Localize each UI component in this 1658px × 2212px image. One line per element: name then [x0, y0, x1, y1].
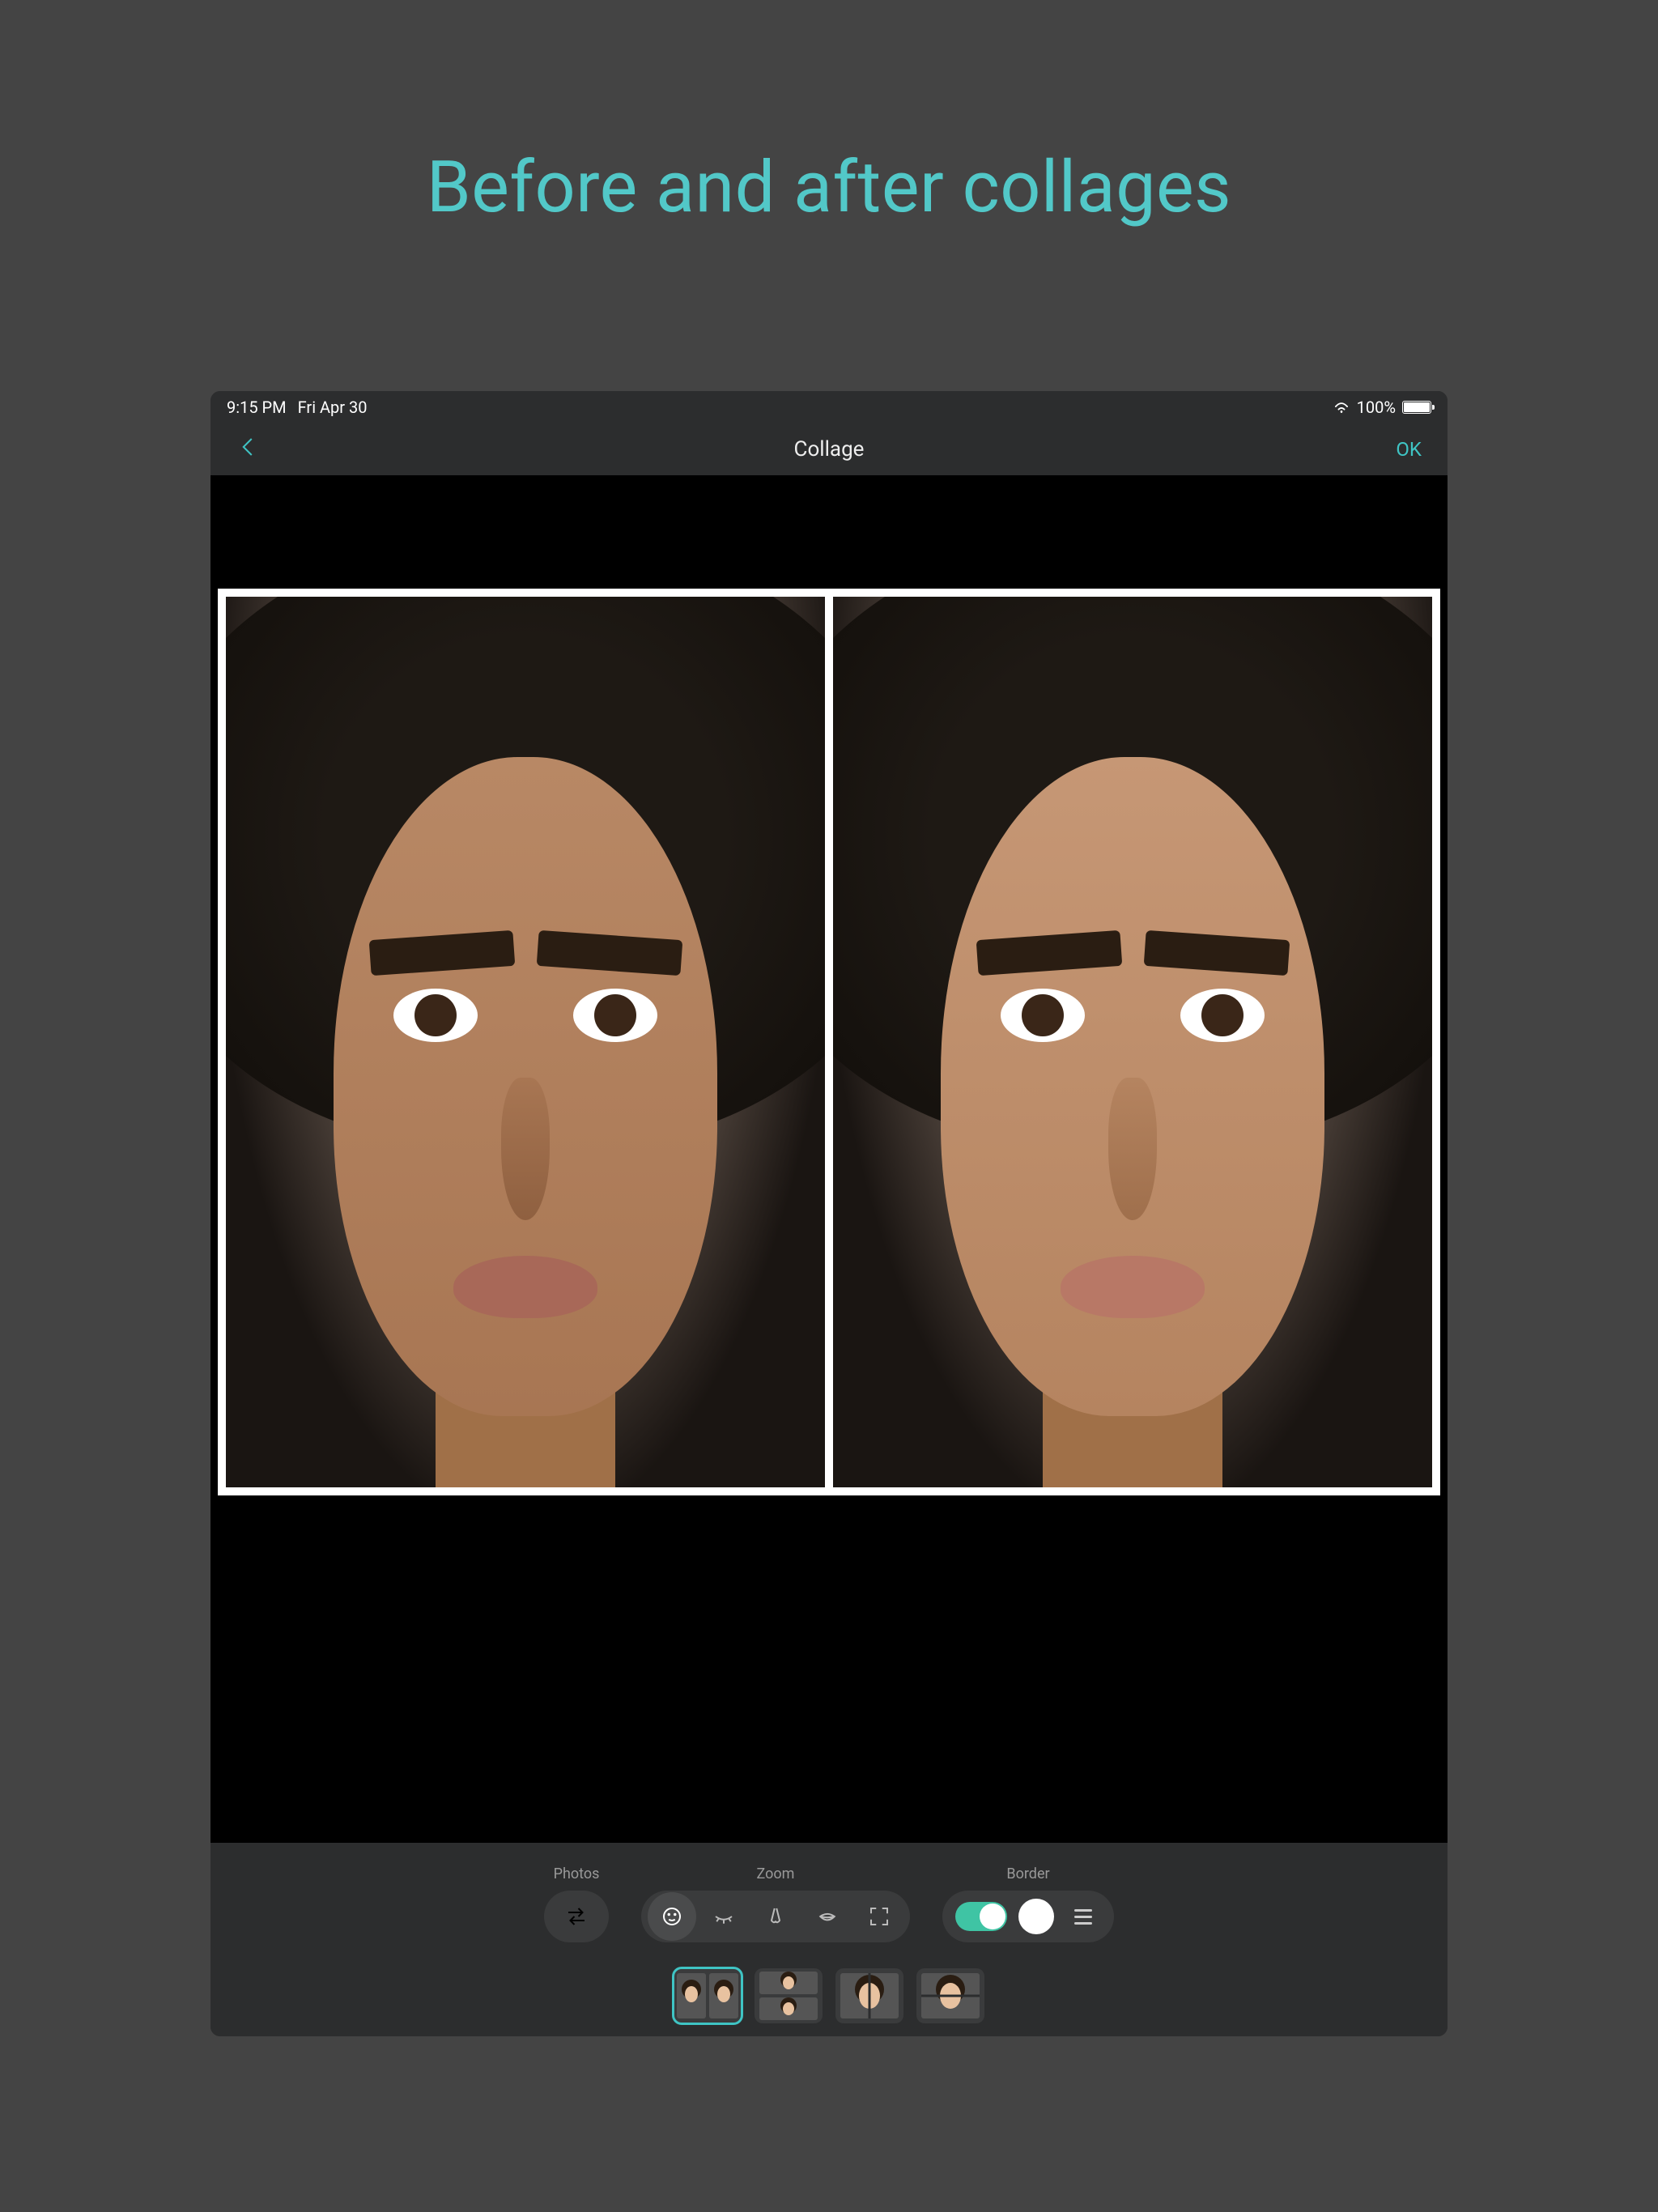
status-date: Fri Apr 30 — [298, 398, 368, 417]
status-battery-text: 100% — [1357, 398, 1396, 417]
chevron-left-icon — [236, 435, 261, 459]
mouth-icon — [815, 1904, 840, 1929]
collage-canvas[interactable] — [210, 475, 1448, 1843]
layout-top-bottom[interactable] — [755, 1968, 823, 2023]
ok-button[interactable]: OK — [1389, 432, 1428, 467]
battery-icon — [1402, 401, 1431, 414]
swap-photos-button[interactable] — [544, 1891, 609, 1942]
border-controls — [942, 1891, 1114, 1942]
nose-icon — [763, 1904, 788, 1929]
eyesclosed-icon — [712, 1904, 736, 1929]
face-icon — [660, 1904, 684, 1929]
device-frame: 9:15 PM Fri Apr 30 100% Collage OK — [210, 391, 1448, 2036]
nav-bar: Collage OK — [210, 423, 1448, 475]
wifi-icon — [1333, 401, 1350, 414]
controls-area: Photos Zoom — [210, 1843, 1448, 2036]
border-menu-button[interactable] — [1065, 1899, 1101, 1934]
swap-icon — [564, 1904, 589, 1929]
layout-split-horizontal[interactable] — [916, 1968, 984, 2023]
status-bar: 9:15 PM Fri Apr 30 100% — [210, 391, 1448, 423]
border-toggle[interactable] — [955, 1902, 1007, 1931]
collage-after-image[interactable] — [833, 597, 1432, 1487]
status-time: 9:15 PM — [227, 398, 287, 417]
layout-selector — [674, 1968, 984, 2023]
border-color-swatch[interactable] — [1018, 1899, 1054, 1934]
fullscreen-icon — [867, 1904, 891, 1929]
border-label: Border — [1006, 1865, 1049, 1882]
page-title: Before and after collages — [427, 146, 1231, 229]
photos-label: Photos — [554, 1865, 600, 1882]
zoom-eyes-button[interactable] — [699, 1892, 748, 1941]
zoom-face-button[interactable] — [648, 1892, 696, 1941]
layout-split-vertical[interactable] — [835, 1968, 903, 2023]
zoom-mouth-button[interactable] — [803, 1892, 852, 1941]
nav-title: Collage — [794, 437, 865, 462]
zoom-label: Zoom — [757, 1865, 795, 1882]
back-button[interactable] — [230, 426, 267, 473]
layout-side-by-side[interactable] — [674, 1968, 742, 2023]
zoom-nose-button[interactable] — [751, 1892, 800, 1941]
zoom-buttons — [641, 1891, 910, 1942]
collage-frame — [218, 589, 1440, 1495]
zoom-fullscreen-button[interactable] — [855, 1892, 903, 1941]
collage-before-image[interactable] — [226, 597, 825, 1487]
